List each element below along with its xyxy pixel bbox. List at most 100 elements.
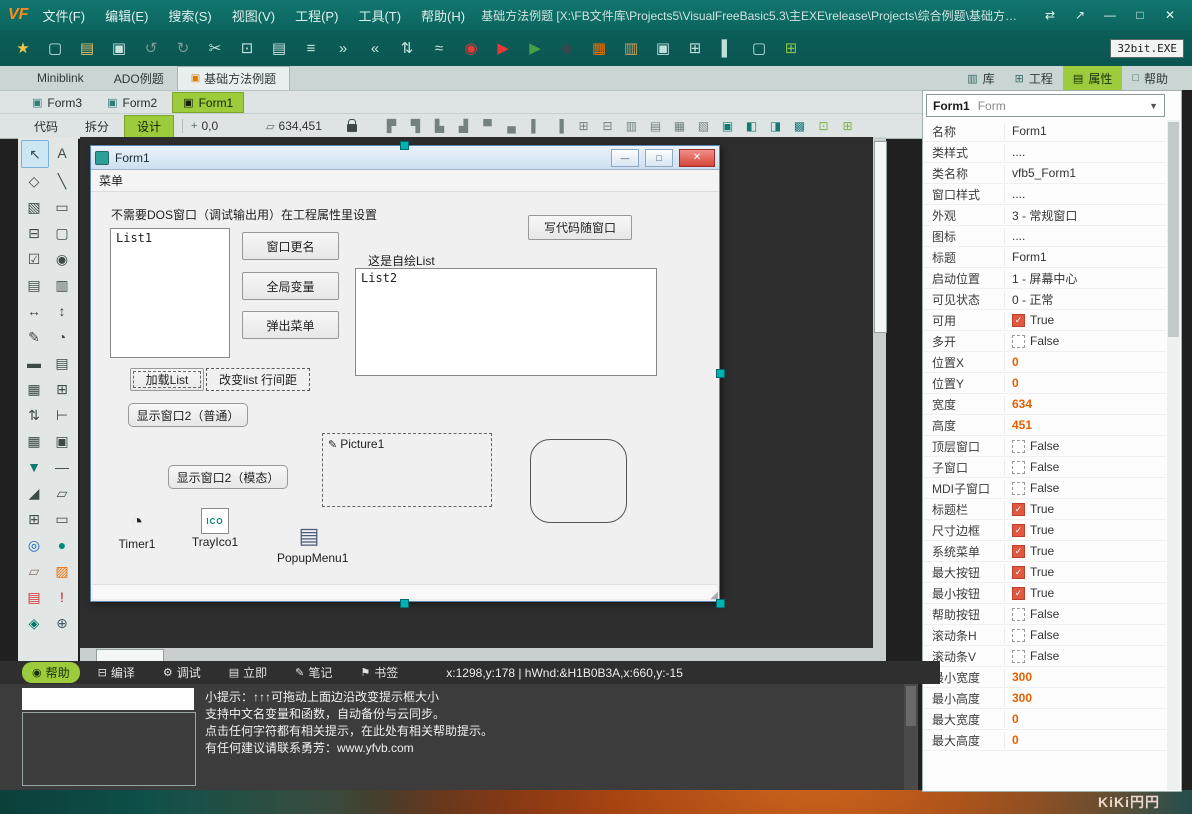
- menu-item[interactable]: 编辑(E): [105, 6, 148, 25]
- property-value[interactable]: 3 - 常规窗口: [1005, 207, 1077, 224]
- property-value[interactable]: 1 - 屏幕中心: [1005, 270, 1077, 287]
- designed-form-menubar[interactable]: 菜单: [91, 170, 719, 192]
- property-row[interactable]: 窗口样式 ....: [924, 184, 1166, 205]
- alignment-tool-button[interactable]: ▐: [548, 117, 571, 136]
- status-bar-button[interactable]: ⊟ 编译: [88, 662, 145, 683]
- toolbar-button[interactable]: ✂: [200, 34, 230, 62]
- property-value[interactable]: 300: [1005, 691, 1032, 705]
- property-row[interactable]: 启动位置 1 - 屏幕中心: [924, 268, 1166, 289]
- menu-item[interactable]: 工具(T): [358, 6, 401, 25]
- toolbox-tool[interactable]: ◔: [49, 324, 75, 350]
- toolbox-tool[interactable]: ●: [49, 532, 75, 558]
- toolbar-button[interactable]: ▤: [72, 34, 102, 62]
- toolbar-button[interactable]: ⊞: [776, 34, 806, 62]
- property-value[interactable]: False: [1030, 439, 1059, 453]
- toolbox-tool[interactable]: ▨: [49, 558, 75, 584]
- property-row[interactable]: 尺寸边框 True: [924, 520, 1166, 541]
- property-row[interactable]: MDI子窗口 False: [924, 478, 1166, 499]
- property-value[interactable]: 0: [1005, 712, 1019, 726]
- design-canvas[interactable]: Form1 — □ ✕ 菜单 不需要DOS窗口（调试输出用）在工程属性里设置 L…: [80, 137, 887, 662]
- toolbox-tool[interactable]: ⊟: [21, 220, 47, 246]
- alignment-tool-button[interactable]: ▩: [788, 117, 811, 136]
- rounded-shape-control[interactable]: [530, 439, 627, 523]
- property-value[interactable]: False: [1030, 628, 1059, 642]
- toolbar-button[interactable]: ⊞: [680, 34, 710, 62]
- toolbox-tool[interactable]: ▤: [21, 584, 47, 610]
- status-bar-button[interactable]: ⚑ 书签: [350, 662, 408, 683]
- rename-window-button[interactable]: 窗口更名: [242, 232, 339, 260]
- help-history-listbox[interactable]: [22, 688, 194, 710]
- toolbar-button[interactable]: ▥: [616, 34, 646, 62]
- toolbox-tool[interactable]: ▣: [49, 428, 75, 454]
- window-control-button[interactable]: ✕: [1156, 5, 1184, 25]
- property-row[interactable]: 可见状态 0 - 正常: [924, 289, 1166, 310]
- right-panel-tab[interactable]: □ 帮助: [1122, 66, 1178, 90]
- property-row[interactable]: 最小宽度 300: [924, 667, 1166, 688]
- alignment-tool-button[interactable]: ▙: [428, 117, 451, 136]
- property-row[interactable]: 可用 True: [924, 310, 1166, 331]
- document-tab[interactable]: ADO例题: [97, 66, 177, 90]
- alignment-tool-button[interactable]: ▜: [404, 117, 427, 136]
- property-value[interactable]: Form1: [1005, 250, 1047, 264]
- property-row[interactable]: 帮助按钮 False: [924, 604, 1166, 625]
- selection-handle-bottom[interactable]: [400, 599, 409, 608]
- property-row[interactable]: 最大高度 0: [924, 730, 1166, 751]
- property-value[interactable]: 634: [1005, 397, 1032, 411]
- property-row[interactable]: 最大按钮 True: [924, 562, 1166, 583]
- alignment-tool-button[interactable]: ▌: [524, 117, 547, 136]
- property-value[interactable]: True: [1030, 523, 1054, 537]
- form-tab[interactable]: ▣ Form2: [97, 93, 167, 112]
- property-row[interactable]: 类名称 vfb5_Form1: [924, 163, 1166, 184]
- checkbox-icon[interactable]: [1012, 586, 1025, 600]
- toolbox-tool[interactable]: ▬: [21, 350, 47, 376]
- property-value[interactable]: True: [1030, 313, 1054, 327]
- design-view-button[interactable]: 设计: [124, 114, 175, 138]
- designed-form-maximize-button[interactable]: □: [645, 148, 673, 167]
- checkbox-icon[interactable]: [1012, 607, 1025, 621]
- property-row[interactable]: 最小高度 300: [924, 688, 1166, 709]
- checkbox-icon[interactable]: [1012, 649, 1025, 663]
- form-tab[interactable]: ▣ Form1: [172, 92, 245, 113]
- property-value[interactable]: False: [1030, 334, 1059, 348]
- toolbox-tool[interactable]: ▭: [49, 194, 75, 220]
- window-control-button[interactable]: ↗: [1066, 5, 1094, 25]
- property-value[interactable]: True: [1030, 565, 1054, 579]
- property-row[interactable]: 最大宽度 0: [924, 709, 1166, 730]
- alignment-tool-button[interactable]: ▄: [500, 117, 523, 136]
- show-window2-normal-button[interactable]: 显示窗口2（普通）: [128, 403, 248, 427]
- toolbox-tool[interactable]: ▤: [49, 350, 75, 376]
- toolbox-tool[interactable]: ▤: [21, 272, 47, 298]
- alignment-tool-button[interactable]: ▛: [380, 117, 403, 136]
- alignment-tool-button[interactable]: ⊞: [572, 117, 595, 136]
- alignment-tool-button[interactable]: ▥: [620, 117, 643, 136]
- checkbox-icon[interactable]: [1012, 628, 1025, 642]
- designed-form[interactable]: Form1 — □ ✕ 菜单 不需要DOS窗口（调试输出用）在工程属性里设置 L…: [90, 145, 720, 602]
- checkbox-icon[interactable]: [1012, 523, 1025, 537]
- properties-scroll-thumb[interactable]: [1168, 122, 1179, 337]
- designed-form-minimize-button[interactable]: —: [611, 148, 639, 167]
- property-value[interactable]: False: [1030, 607, 1059, 621]
- toolbox-tool[interactable]: ◉: [49, 246, 75, 272]
- status-bar-button[interactable]: ▤ 立即: [219, 662, 277, 683]
- property-row[interactable]: 系统菜单 True: [924, 541, 1166, 562]
- document-tab[interactable]: ▣ 基础方法例题: [176, 66, 291, 90]
- property-row[interactable]: 最小按钮 True: [924, 583, 1166, 604]
- toolbar-button[interactable]: ▢: [40, 34, 70, 62]
- property-row[interactable]: 位置Y 0: [924, 373, 1166, 394]
- dos-tip-label[interactable]: 不需要DOS窗口（调试输出用）在工程属性里设置: [111, 206, 377, 223]
- property-row[interactable]: 标题 Form1: [924, 247, 1166, 268]
- property-row[interactable]: 高度 451: [924, 415, 1166, 436]
- change-line-spacing-button[interactable]: 改变list 行间距: [206, 368, 310, 391]
- property-row[interactable]: 滚动条V False: [924, 646, 1166, 667]
- toolbox-tool[interactable]: ▥: [49, 272, 75, 298]
- toolbox-tool[interactable]: ▦: [21, 376, 47, 402]
- toolbox-tool[interactable]: ▱: [21, 558, 47, 584]
- window-control-button[interactable]: ⇄: [1036, 5, 1064, 25]
- toolbar-button[interactable]: ▣: [104, 34, 134, 62]
- toolbar-button[interactable]: ▤: [264, 34, 294, 62]
- properties-scrollbar[interactable]: [1167, 120, 1180, 790]
- designed-form-close-button[interactable]: ✕: [679, 148, 715, 167]
- right-panel-tab[interactable]: ▥ 库: [957, 66, 1004, 90]
- property-row[interactable]: 位置X 0: [924, 352, 1166, 373]
- toolbar-button[interactable]: ◆: [552, 34, 582, 62]
